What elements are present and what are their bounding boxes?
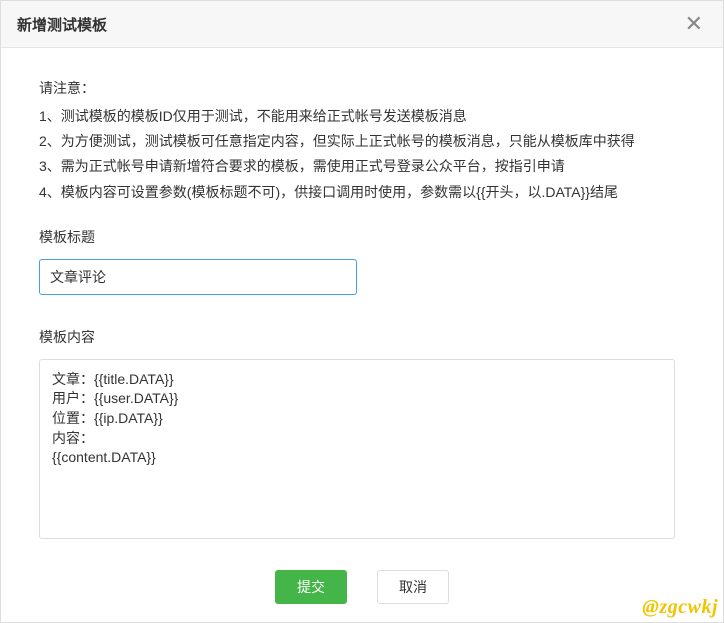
dialog: 新增测试模板 ✕ 请注意： 1、测试模板的模板ID仅用于测试，不能用来给正式帐号… — [0, 0, 724, 623]
template-content-label: 模板内容 — [39, 327, 685, 347]
notice-item: 1、测试模板的模板ID仅用于测试，不能用来给正式帐号发送模板消息 — [39, 104, 685, 129]
dialog-header: 新增测试模板 ✕ — [1, 1, 723, 48]
notice-list: 1、测试模板的模板ID仅用于测试，不能用来给正式帐号发送模板消息 2、为方便测试… — [39, 104, 685, 205]
dialog-title: 新增测试模板 — [17, 14, 107, 35]
cancel-button[interactable]: 取消 — [377, 570, 449, 604]
notice-item: 3、需为正式帐号申请新增符合要求的模板，需使用正式号登录公众平台，按指引申请 — [39, 154, 685, 179]
submit-button[interactable]: 提交 — [275, 570, 347, 604]
notice-title: 请注意： — [39, 78, 685, 98]
template-content-textarea[interactable] — [39, 359, 675, 539]
dialog-footer: 提交 取消 — [1, 556, 723, 622]
close-icon[interactable]: ✕ — [681, 13, 707, 35]
template-title-input[interactable] — [39, 259, 357, 295]
notice-item: 4、模板内容可设置参数(模板标题不可)，供接口调用时使用，参数需以{{开头，以.… — [39, 180, 685, 205]
notice-item: 2、为方便测试，测试模板可任意指定内容，但实际上正式帐号的模板消息，只能从模板库… — [39, 129, 685, 154]
dialog-body: 请注意： 1、测试模板的模板ID仅用于测试，不能用来给正式帐号发送模板消息 2、… — [1, 48, 723, 556]
template-title-label: 模板标题 — [39, 227, 685, 247]
